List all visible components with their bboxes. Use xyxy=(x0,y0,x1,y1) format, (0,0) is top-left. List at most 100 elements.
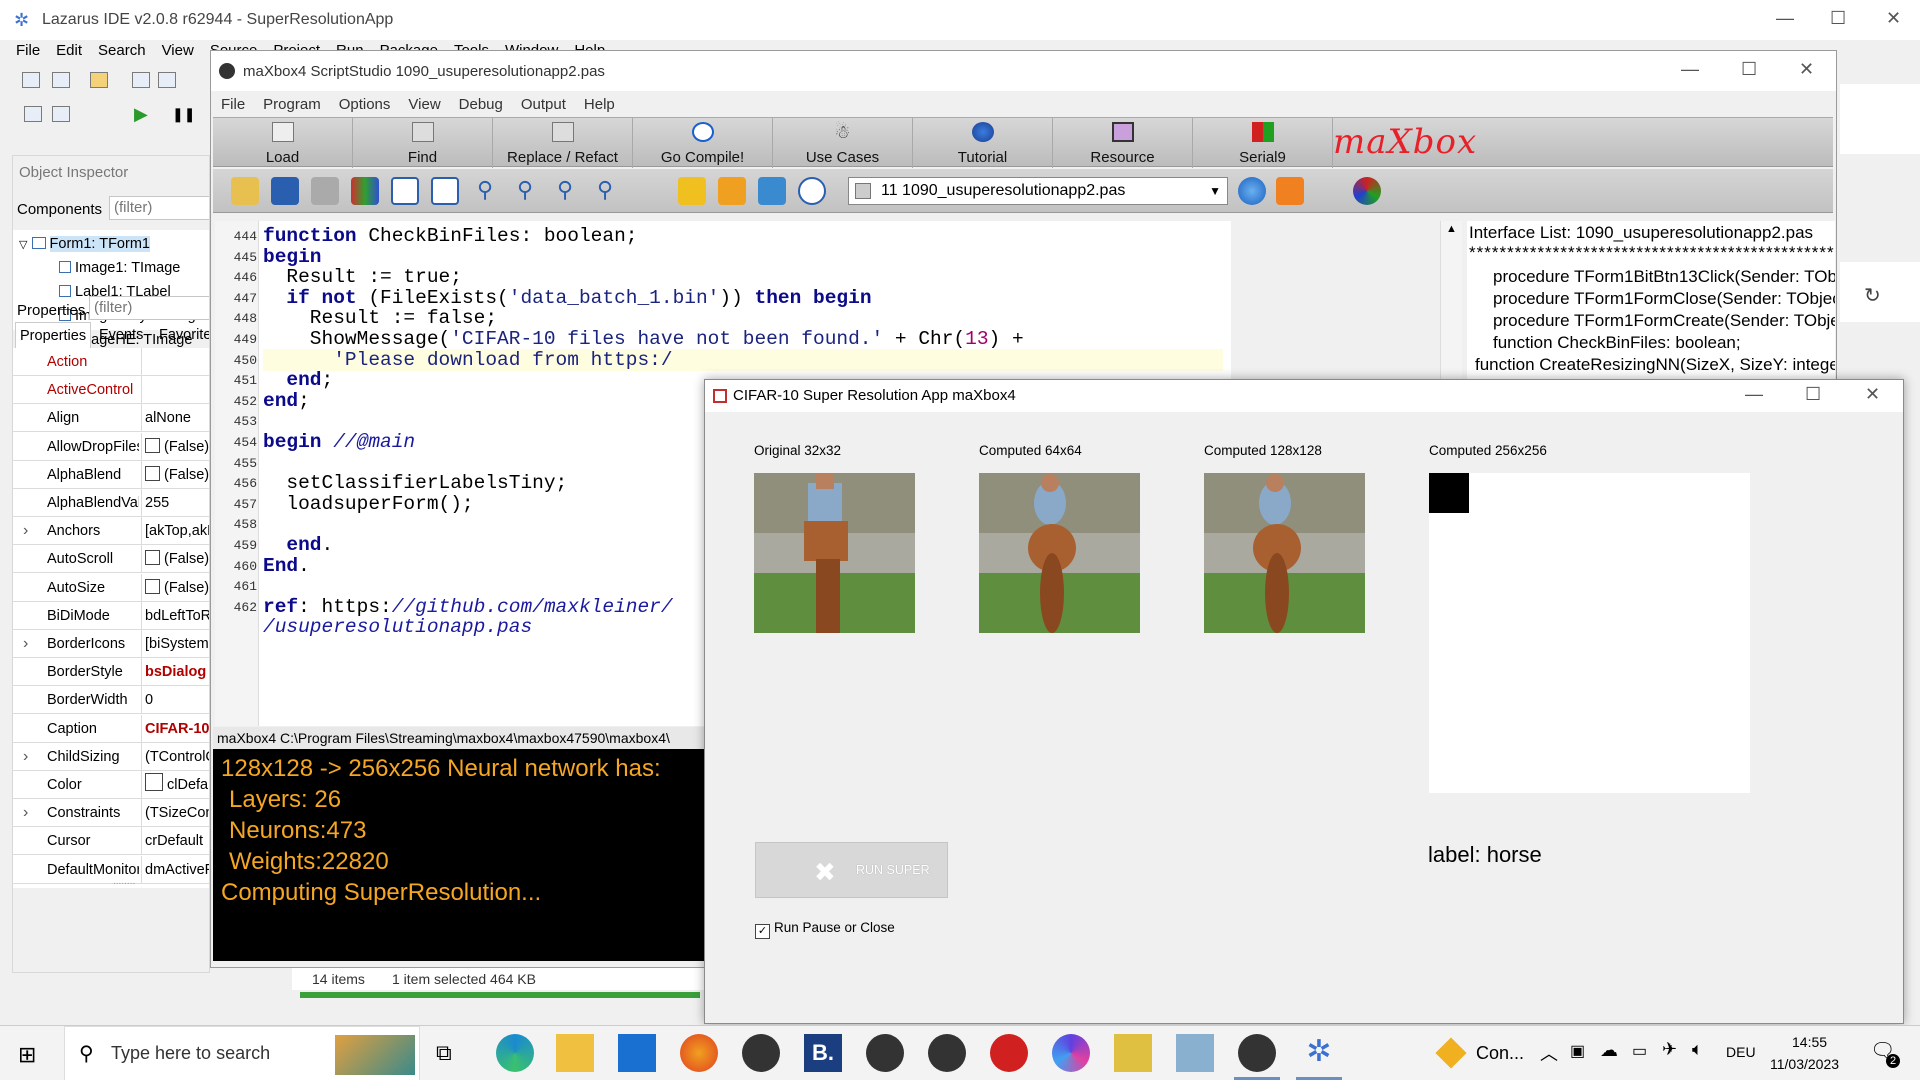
tab-favorites[interactable]: Favorites xyxy=(159,322,209,348)
maxbox-task-icon-3[interactable] xyxy=(928,1034,966,1072)
menu-edit[interactable]: Edit xyxy=(56,40,82,62)
property-row[interactable]: AlphaBlend (False) xyxy=(13,460,209,489)
property-row[interactable]: Color clDefault xyxy=(13,771,209,799)
go-compile-button[interactable]: Go Compile! xyxy=(633,118,773,168)
property-value[interactable]: (False) xyxy=(145,461,209,488)
checkbox-icon[interactable] xyxy=(145,550,160,566)
expand-icon[interactable]: › xyxy=(23,743,28,770)
tab-events[interactable]: Events xyxy=(99,322,143,348)
checkbox-icon[interactable] xyxy=(145,437,160,453)
property-row[interactable]: Caption CIFAR-10 S xyxy=(13,714,209,743)
file-explorer-icon[interactable] xyxy=(556,1034,594,1072)
paste-icon[interactable] xyxy=(758,177,786,205)
code-line[interactable]: ShowMessage('CIFAR-10 files have not bee… xyxy=(263,328,1024,350)
menu-help[interactable]: Help xyxy=(584,93,615,117)
delphi-icon[interactable] xyxy=(990,1034,1028,1072)
load-button[interactable]: Load xyxy=(213,118,353,168)
use-cases-button[interactable]: ☃ Use Cases xyxy=(773,118,913,168)
lazarus-task-icon[interactable]: ✲ xyxy=(1300,1034,1338,1072)
new-form-icon[interactable] xyxy=(52,72,70,88)
language-indicator[interactable]: DEU xyxy=(1726,1044,1756,1060)
menu-file[interactable]: File xyxy=(221,93,245,117)
collapse-icon[interactable]: ▽ xyxy=(19,239,27,251)
globe-icon[interactable] xyxy=(1238,177,1266,205)
minimize-icon[interactable]: — xyxy=(1776,8,1794,29)
code-line[interactable]: Result := true; xyxy=(263,266,462,288)
show-hidden-icons-icon[interactable]: ︿ xyxy=(1540,1040,1558,1066)
taskbar-search-box[interactable]: ⚲ Type here to search xyxy=(64,1026,420,1080)
maxbox-task-icon[interactable] xyxy=(742,1034,780,1072)
expand-icon[interactable]: › xyxy=(23,630,28,657)
pause-icon[interactable]: ❚❚ xyxy=(172,106,195,123)
checkbox-icon[interactable] xyxy=(145,578,160,594)
refresh-doc-icon[interactable] xyxy=(391,177,419,205)
rss-icon[interactable] xyxy=(1276,177,1304,205)
find-button[interactable]: Find xyxy=(353,118,493,168)
refresh-icon[interactable]: ↻ xyxy=(1864,283,1881,308)
resource-button[interactable]: Resource xyxy=(1053,118,1193,168)
property-row[interactable]: › Constraints (TSizeConstraints) xyxy=(13,799,209,828)
scroll-up-icon[interactable]: ▲ xyxy=(1446,223,1457,235)
property-row[interactable]: BorderWidth 0 xyxy=(13,686,209,715)
color-wheel-icon[interactable] xyxy=(1353,177,1381,205)
interface-item[interactable]: procedure TForm1BitBtn13Click(Sender: TO… xyxy=(1493,267,1835,287)
property-row[interactable]: AutoScroll (False) xyxy=(13,545,209,574)
run-icon[interactable]: ▶ xyxy=(134,104,148,125)
run-super-button[interactable]: ✖ RUN SUPER xyxy=(755,842,948,898)
menu-file[interactable]: File xyxy=(16,40,40,62)
zoom-in-icon[interactable]: ⚲ xyxy=(471,177,499,205)
code-line[interactable]: /usuperesolutionapp.pas xyxy=(263,616,532,638)
windows-start-icon[interactable]: ⊞ xyxy=(18,1042,36,1068)
tree-item-image1[interactable]: Image1: TImage xyxy=(59,256,180,280)
checkbox-box[interactable]: ✓ xyxy=(755,924,770,939)
battery-icon[interactable]: ▭ xyxy=(1632,1041,1647,1061)
property-value[interactable]: (False) xyxy=(145,545,209,572)
code-line[interactable]: 'Please download from https:/ xyxy=(263,348,1223,371)
property-row[interactable]: ActiveControl xyxy=(13,376,209,405)
close-icon[interactable]: ✕ xyxy=(1886,8,1901,29)
task-view-icon[interactable]: ⧉ xyxy=(436,1040,452,1066)
code-line[interactable]: end. xyxy=(263,534,333,556)
view-units-icon[interactable] xyxy=(24,106,42,122)
property-value[interactable]: dmActiveForm xyxy=(145,856,209,883)
tray-app-icon[interactable] xyxy=(1435,1037,1467,1069)
expand-icon[interactable]: › xyxy=(23,517,28,544)
property-value[interactable]: 255 xyxy=(145,489,209,516)
property-value[interactable]: alNone xyxy=(145,404,209,431)
interface-item[interactable]: function CheckBinFiles: boolean; xyxy=(1493,333,1741,353)
image-viewer-icon[interactable] xyxy=(1176,1034,1214,1072)
code-line[interactable]: end; xyxy=(263,369,333,391)
property-value[interactable]: clDefault xyxy=(145,771,209,798)
interface-item[interactable]: function CreateResizingNN(SizeX, SizeY: … xyxy=(1475,355,1835,375)
maxbox-task-icon-2[interactable] xyxy=(866,1034,904,1072)
maximize-icon[interactable]: ☐ xyxy=(1805,384,1821,405)
add-icon[interactable] xyxy=(678,177,706,205)
property-row[interactable]: AlphaBlendValue 255 xyxy=(13,489,209,517)
tray-app-label[interactable]: Con... xyxy=(1476,1043,1524,1064)
edge-icon[interactable] xyxy=(496,1034,534,1072)
property-value[interactable]: crDefault xyxy=(145,827,209,854)
code-line[interactable]: ref: https://github.com/maxkleiner/ xyxy=(263,596,673,618)
code-line[interactable]: begin xyxy=(263,246,322,268)
close-icon[interactable]: ✕ xyxy=(1799,59,1814,80)
properties-filter-input[interactable]: (filter) xyxy=(89,296,209,320)
maxbox-task-icon-4[interactable] xyxy=(1238,1034,1276,1072)
property-value[interactable]: bsDialog xyxy=(145,658,209,685)
menu-search[interactable]: Search xyxy=(98,40,146,62)
tab-properties[interactable]: Properties xyxy=(15,322,92,350)
code-line[interactable]: loadsuperForm(); xyxy=(263,493,473,515)
code-line[interactable]: if not (FileExists('data_batch_1.bin')) … xyxy=(263,287,871,309)
menu-program[interactable]: Program xyxy=(263,93,321,117)
tutorial-button[interactable]: Tutorial xyxy=(913,118,1053,168)
open-icon[interactable] xyxy=(90,72,108,88)
code-line[interactable]: End. xyxy=(263,555,310,577)
menu-view[interactable]: View xyxy=(162,40,194,62)
code-line[interactable]: function CheckBinFiles: boolean; xyxy=(263,225,637,247)
menu-debug[interactable]: Debug xyxy=(459,93,503,117)
mail-icon[interactable] xyxy=(618,1034,656,1072)
maximize-icon[interactable]: ☐ xyxy=(1741,59,1757,80)
property-value[interactable]: (TControlChildSizing) xyxy=(145,743,209,770)
airplane-icon[interactable]: ✈ xyxy=(1662,1039,1677,1060)
clock-icon[interactable] xyxy=(798,177,826,205)
copy-icon[interactable] xyxy=(718,177,746,205)
